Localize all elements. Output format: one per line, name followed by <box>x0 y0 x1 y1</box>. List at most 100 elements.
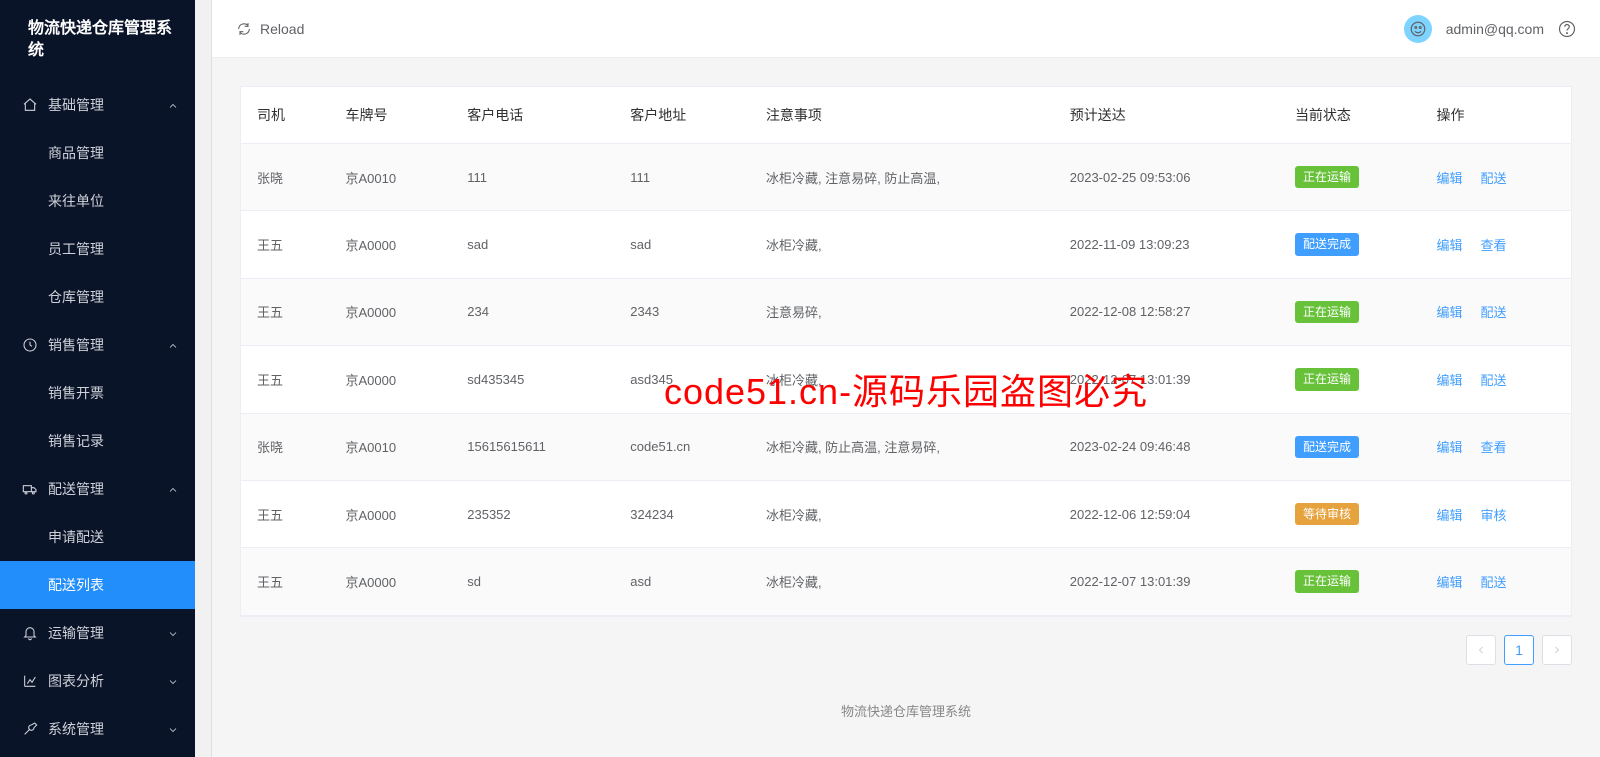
table-cell: 111 <box>451 144 614 211</box>
sidebar-item[interactable]: 申请配送 <box>0 513 195 561</box>
actions-cell: 编辑 查看 <box>1421 211 1572 278</box>
table-row: 王五京A0000sdasd冰柜冷藏,2022-12-07 13:01:39正在运… <box>241 548 1571 615</box>
user-email[interactable]: admin@qq.com <box>1446 21 1544 37</box>
menu-group-label: 系统管理 <box>48 719 104 739</box>
menu-group-header[interactable]: 系统管理 <box>0 705 195 753</box>
bell-icon <box>22 625 38 641</box>
status-cell: 正在运输 <box>1279 144 1421 211</box>
menu-group-header[interactable]: 运输管理 <box>0 609 195 657</box>
sidebar-item[interactable]: 商品管理 <box>0 129 195 177</box>
status-cell: 正在运输 <box>1279 346 1421 413</box>
clock-icon <box>22 337 38 353</box>
table-cell: 王五 <box>241 211 329 278</box>
table-row: 张晓京A0010111111冰柜冷藏, 注意易碎, 防止高温,2023-02-2… <box>241 144 1571 211</box>
topbar: Reload admin@qq.com <box>212 0 1600 58</box>
table-cell: 234 <box>451 278 614 345</box>
sidebar-item[interactable]: 配送列表 <box>0 561 195 609</box>
menu-group-label: 图表分析 <box>48 671 104 691</box>
status-cell: 正在运输 <box>1279 548 1421 615</box>
status-cell: 正在运输 <box>1279 278 1421 345</box>
reload-button[interactable]: Reload <box>236 21 304 37</box>
status-cell: 配送完成 <box>1279 413 1421 480</box>
table-cell: 京A0000 <box>329 548 451 615</box>
table-cell: sd <box>451 548 614 615</box>
sidebar-item[interactable]: 销售开票 <box>0 369 195 417</box>
actions-cell: 编辑 配送 <box>1421 144 1572 211</box>
help-icon[interactable] <box>1558 20 1576 38</box>
action-link[interactable]: 编辑 <box>1437 508 1463 523</box>
table-cell: 冰柜冷藏, <box>750 480 1054 547</box>
action-link[interactable]: 编辑 <box>1437 171 1463 186</box>
table-cell: 王五 <box>241 278 329 345</box>
scrollbar-track[interactable] <box>195 0 212 757</box>
status-cell: 等待审核 <box>1279 480 1421 547</box>
table-cell: 王五 <box>241 480 329 547</box>
menu-group-header[interactable]: 配送管理 <box>0 465 195 513</box>
action-link[interactable]: 审核 <box>1481 508 1507 523</box>
table-cell: 京A0000 <box>329 346 451 413</box>
table-cell: 324234 <box>614 480 750 547</box>
table-cell: 注意易碎, <box>750 278 1054 345</box>
page-number-button[interactable]: 1 <box>1504 635 1534 665</box>
action-link[interactable]: 配送 <box>1481 575 1507 590</box>
status-badge: 等待审核 <box>1295 503 1359 525</box>
actions-cell: 编辑 配送 <box>1421 346 1572 413</box>
table-cell: 2022-12-06 12:59:04 <box>1054 480 1279 547</box>
reload-icon <box>236 21 252 37</box>
actions-cell: 编辑 配送 <box>1421 548 1572 615</box>
action-link[interactable]: 配送 <box>1481 373 1507 388</box>
content-area: 司机车牌号客户电话客户地址注意事项预计送达当前状态操作 张晓京A00101111… <box>212 58 1600 757</box>
pagination: 1 <box>240 617 1572 683</box>
wrench-icon <box>22 721 38 737</box>
action-link[interactable]: 编辑 <box>1437 305 1463 320</box>
action-link[interactable]: 编辑 <box>1437 575 1463 590</box>
menu-group-header[interactable]: 销售管理 <box>0 321 195 369</box>
table-cell: 张晓 <box>241 144 329 211</box>
table-cell: 111 <box>614 144 750 211</box>
table-cell: 15615615611 <box>451 413 614 480</box>
action-link[interactable]: 配送 <box>1481 171 1507 186</box>
actions-cell: 编辑 查看 <box>1421 413 1572 480</box>
table-cell: 2022-12-07 13:01:39 <box>1054 548 1279 615</box>
footer-text: 物流快递仓库管理系统 <box>240 683 1572 738</box>
action-link[interactable]: 配送 <box>1481 305 1507 320</box>
menu-group-label: 运输管理 <box>48 623 104 643</box>
page-next-button[interactable] <box>1542 635 1572 665</box>
sidebar-item[interactable]: 员工管理 <box>0 225 195 273</box>
sidebar-item[interactable]: 来往单位 <box>0 177 195 225</box>
table-cell: sad <box>614 211 750 278</box>
table-header: 客户电话 <box>451 87 614 144</box>
table-cell: 冰柜冷藏, 防止高温, 注意易碎, <box>750 413 1054 480</box>
sidebar-item[interactable]: 销售记录 <box>0 417 195 465</box>
table-header: 操作 <box>1421 87 1572 144</box>
table-row: 王五京A0000sadsad冰柜冷藏,2022-11-09 13:09:23配送… <box>241 211 1571 278</box>
table-cell: 冰柜冷藏, <box>750 211 1054 278</box>
action-link[interactable]: 查看 <box>1481 440 1507 455</box>
chevron-down-icon <box>167 675 179 687</box>
table-cell: sd435345 <box>451 346 614 413</box>
sidebar-item[interactable]: 仓库管理 <box>0 273 195 321</box>
menu-group-label: 销售管理 <box>48 335 104 355</box>
main-area: Reload admin@qq.com 司机车牌号客户电话客户地址注意事项预计送… <box>212 0 1600 757</box>
table-cell: 235352 <box>451 480 614 547</box>
table-row: 王五京A00002342343注意易碎,2022-12-08 12:58:27正… <box>241 278 1571 345</box>
status-badge: 正在运输 <box>1295 570 1359 592</box>
chevron-up-icon <box>167 99 179 111</box>
chevron-down-icon <box>167 723 179 735</box>
sidebar: 物流快递仓库管理系统 基础管理商品管理来往单位员工管理仓库管理销售管理销售开票销… <box>0 0 195 757</box>
action-link[interactable]: 编辑 <box>1437 238 1463 253</box>
avatar[interactable] <box>1404 15 1432 43</box>
action-link[interactable]: 编辑 <box>1437 440 1463 455</box>
menu-group-header[interactable]: 基础管理 <box>0 81 195 129</box>
table-cell: 2343 <box>614 278 750 345</box>
action-link[interactable]: 查看 <box>1481 238 1507 253</box>
table-cell: 冰柜冷藏, 注意易碎, 防止高温, <box>750 144 1054 211</box>
action-link[interactable]: 编辑 <box>1437 373 1463 388</box>
page-prev-button[interactable] <box>1466 635 1496 665</box>
table-cell: code51.cn <box>614 413 750 480</box>
table-cell: 张晓 <box>241 413 329 480</box>
chevron-up-icon <box>167 483 179 495</box>
table-cell: asd <box>614 548 750 615</box>
menu-group-header[interactable]: 图表分析 <box>0 657 195 705</box>
status-badge: 配送完成 <box>1295 436 1359 458</box>
